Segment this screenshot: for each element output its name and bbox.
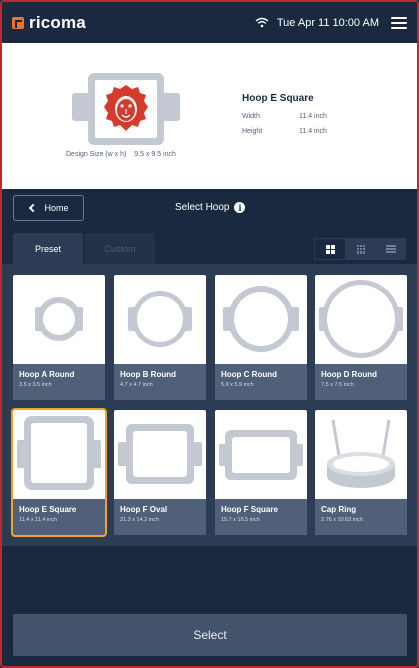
design-size-value: 9.5 x 9.5 inch [134, 151, 176, 158]
view-mode-toggle [314, 238, 406, 260]
width-value: 11.4 inch [299, 113, 327, 120]
small-grid-view-button[interactable] [346, 238, 376, 260]
hoop-card[interactable]: Hoop C Round 5.9 x 5.9 inch [215, 275, 307, 400]
hoop-card-name: Hoop E Square [19, 505, 77, 514]
hoop-card[interactable]: Cap Ring 2.76 x 10.63 inch [315, 410, 407, 535]
hoop-grid-panel: Hoop A Round 3.5 x 3.5 inch Hoop B Round… [2, 264, 417, 546]
page-title: Select Hoop [175, 202, 230, 213]
hoop-card-name: Hoop C Round [221, 370, 277, 379]
home-button[interactable]: Home [13, 195, 84, 221]
hoop-card[interactable]: Hoop F Square 15.7 x 16.5 inch [215, 410, 307, 535]
round-hoop-large-icon [223, 286, 299, 352]
large-grid-icon [325, 244, 335, 254]
hoop-card-selected[interactable]: Hoop E Square 11.4 x 11.4 inch [11, 408, 107, 537]
list-icon [386, 245, 396, 253]
hoop-card-size: 5.9 x 5.9 inch [221, 382, 254, 388]
hoop-image [114, 275, 206, 364]
hoop-card-size: 4.7 x 4.7 inch [120, 382, 153, 388]
hoop-card-name: Hoop F Oval [120, 505, 168, 514]
cap-ring-icon [327, 419, 395, 488]
small-grid-icon [356, 244, 366, 254]
hoop-card-size: 15.7 x 16.5 inch [221, 517, 260, 523]
hoop-image [13, 275, 105, 364]
page-title-group: Select Hoop i [175, 202, 246, 213]
hoop-card[interactable]: Hoop A Round 3.5 x 3.5 inch [13, 275, 105, 400]
hoop-card[interactable]: Hoop B Round 4.7 x 4.7 inch [114, 275, 206, 400]
chevron-left-icon [29, 203, 38, 213]
hoop-card-name: Cap Ring [321, 505, 357, 514]
hoop-image [315, 410, 407, 499]
hoop-image [315, 275, 407, 364]
status-bar: ricoma Tue Apr 11 10:00 AM [2, 2, 417, 43]
hoop-card-size: 21.3 x 14.2 inch [120, 517, 159, 523]
tab-preset[interactable]: Preset [13, 233, 83, 264]
hoop-card-size: 11.4 x 11.4 inch [19, 517, 58, 523]
hoop-card-name: Hoop D Round [321, 370, 377, 379]
info-icon[interactable]: i [234, 202, 246, 213]
ricoma-logo-icon [12, 16, 24, 29]
hoop-card-size: 2.76 x 10.63 inch [321, 517, 363, 523]
hoop-image [215, 275, 307, 364]
round-hoop-medium-icon [128, 291, 192, 347]
brand-name: ricoma [29, 12, 86, 32]
round-hoop-xlarge-icon [319, 280, 403, 358]
height-label: Height [242, 128, 263, 135]
brand-logo: ricoma [12, 13, 86, 33]
hoop-preview-panel: Design Size (w x h) 9.5 x 9.5 inch Hoop … [2, 43, 417, 189]
wifi-icon [255, 17, 269, 28]
height-value: 11.4 inch [299, 128, 327, 135]
oval-hoop-icon [118, 424, 202, 484]
hoop-card-name: Hoop F Square [221, 505, 278, 514]
hoop-name: Hoop E Square [242, 93, 314, 104]
tab-custom[interactable]: Custom [85, 233, 155, 264]
hoop-image [215, 410, 307, 499]
width-label: Width [242, 113, 260, 120]
hamburger-menu-icon[interactable] [391, 16, 407, 29]
rectangle-hoop-icon [219, 430, 303, 480]
select-button[interactable]: Select [13, 614, 407, 656]
hoop-card-name: Hoop B Round [120, 370, 176, 379]
large-grid-view-button[interactable] [315, 239, 345, 259]
round-hoop-small-icon [35, 297, 83, 341]
hoop-image [13, 410, 105, 499]
design-size: Design Size (w x h) 9.5 x 9.5 inch [66, 151, 176, 158]
hoop-info: Hoop E Square Width 11.4 inch Height 11.… [242, 93, 372, 143]
hoop-image [114, 410, 206, 499]
hoop-card-size: 3.5 x 3.5 inch [19, 382, 52, 388]
list-view-button[interactable] [376, 238, 406, 260]
hoop-card-name: Hoop A Round [19, 370, 75, 379]
hoop-card-size: 7.5 x 7.5 inch [321, 382, 354, 388]
square-hoop-icon [17, 416, 101, 490]
datetime: Tue Apr 11 10:00 AM [276, 16, 379, 29]
design-size-label: Design Size (w x h) [66, 151, 127, 158]
hoop-card[interactable]: Hoop F Oval 21.3 x 14.2 inch [114, 410, 206, 535]
home-button-label: Home [44, 203, 69, 213]
hoop-card[interactable]: Hoop D Round 7.5 x 7.5 inch [315, 275, 407, 400]
